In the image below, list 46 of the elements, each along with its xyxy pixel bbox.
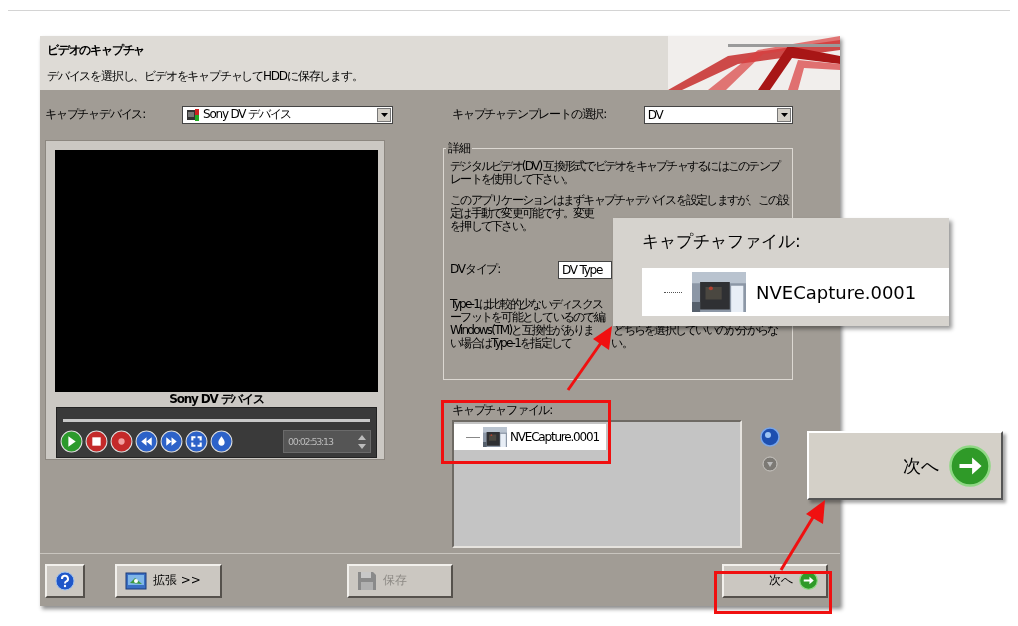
description-text: い。: [611, 337, 632, 350]
chevron-down-icon: [780, 112, 788, 117]
dialog-title: ビデオのキャプチャ: [47, 42, 145, 59]
pointer-arrow: [779, 500, 825, 571]
description-text: Windows(TM)と互換性がありま: [450, 324, 594, 337]
camera-icon: [186, 107, 200, 122]
spinner-icon: [358, 434, 366, 449]
dv-type-dropdown[interactable]: DV Type: [558, 260, 612, 279]
dv-type-label: DVタイプ:: [450, 261, 502, 278]
template-label: キャプチャテンプレートの選択:: [451, 106, 608, 123]
description-text: このアプリケーションはまずキャプチャデバイスを設定しますが、この設: [450, 193, 789, 207]
details-legend: 詳細: [446, 140, 472, 157]
expand-button[interactable]: 拡張 >>: [115, 563, 222, 598]
description-text: 定は手動で変更可能です。変更: [450, 206, 594, 220]
template-dropdown[interactable]: DV: [643, 105, 793, 124]
fast-forward-button[interactable]: [160, 430, 183, 453]
file-list-item: NVECapture.0001: [642, 268, 949, 316]
preview-caption: Sony DV デバイス: [169, 391, 264, 408]
description-text: Type-1は比較的少ないディスクス: [450, 297, 603, 311]
description-text: い場合はType-1を指定して: [450, 337, 572, 350]
snapshot-button[interactable]: [210, 430, 233, 453]
chevron-down-icon: [380, 112, 388, 117]
dialog-subtitle: デバイスを選択し、ビデオをキャプチャしてHDDに保存します。: [47, 68, 363, 85]
seek-track[interactable]: [63, 419, 370, 422]
help-button[interactable]: [45, 563, 85, 598]
arrow-right-icon: [799, 571, 818, 590]
description-text: デジタルビデオ(DV) 互換形式でビデオをキャプチャするにはこのテンプ: [450, 159, 780, 173]
rewind-button[interactable]: [135, 430, 158, 453]
timecode-field[interactable]: 00:02:53:13: [283, 430, 371, 453]
play-button[interactable]: [60, 430, 83, 453]
capture-device-label: キャプチャデバイス:: [45, 106, 147, 123]
description-text: を押して下さい。: [450, 219, 532, 233]
capture-file-label: キャプチャファイル:: [642, 230, 802, 253]
capture-file-label: キャプチャファイル:: [452, 403, 553, 417]
stop-button[interactable]: [85, 430, 108, 453]
file-list-item[interactable]: NVECapture.0001: [454, 424, 606, 450]
monitor-icon: [125, 571, 147, 590]
capture-device-dropdown[interactable]: Sony DV デバイス: [182, 105, 393, 124]
help-icon: [55, 570, 75, 591]
fullscreen-button[interactable]: [185, 430, 208, 453]
arrow-right-icon: [949, 444, 991, 487]
description-text: ーフットを可能としているので編: [450, 310, 604, 324]
description-text: レートを使用して下さい。: [450, 172, 573, 186]
record-button[interactable]: [110, 430, 133, 453]
file-action-button[interactable]: [760, 427, 780, 447]
next-button-zoom: 次へ: [807, 431, 1003, 500]
